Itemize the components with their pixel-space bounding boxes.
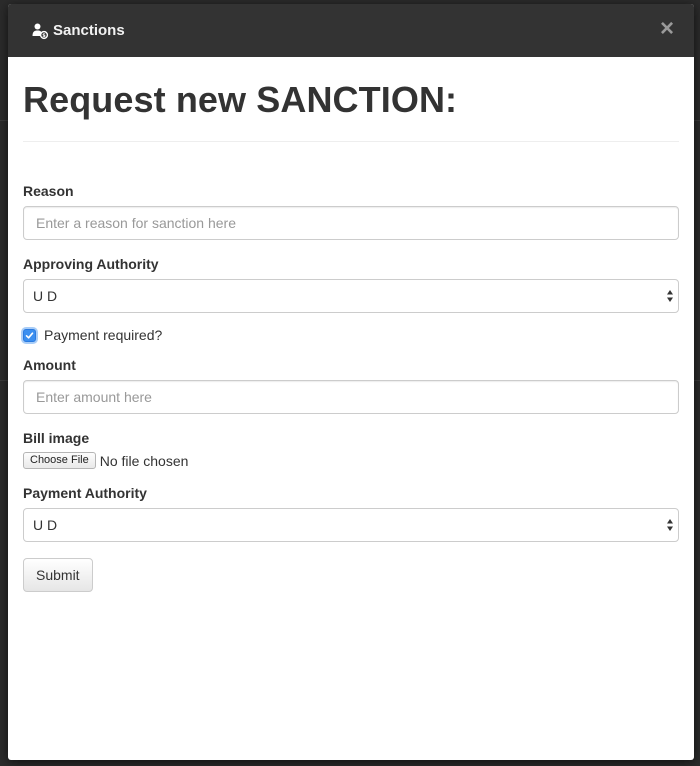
modal-header: $ Sanctions × bbox=[8, 4, 694, 57]
modal-body: Request new SANCTION: Reason Approving A… bbox=[8, 79, 694, 592]
approving-authority-group: Approving Authority U D bbox=[23, 256, 679, 313]
reason-group: Reason bbox=[23, 183, 679, 240]
bill-image-group: Bill image Choose File No file chosen bbox=[23, 430, 679, 469]
payment-required-checkbox[interactable] bbox=[23, 328, 36, 342]
select-arrows-icon bbox=[666, 288, 674, 304]
reason-label: Reason bbox=[23, 183, 74, 199]
checkmark-icon bbox=[25, 331, 34, 339]
payment-required-row: Payment required? bbox=[23, 327, 679, 343]
reason-input[interactable] bbox=[23, 206, 679, 240]
payment-authority-label: Payment Authority bbox=[23, 485, 147, 501]
page-title: Request new SANCTION: bbox=[23, 79, 679, 142]
payment-required-label[interactable]: Payment required? bbox=[44, 327, 162, 343]
file-input: Choose File No file chosen bbox=[23, 452, 679, 469]
sanctions-modal: $ Sanctions × Request new SANCTION: Reas… bbox=[8, 4, 694, 760]
choose-file-button[interactable]: Choose File bbox=[23, 452, 96, 469]
payment-authority-select[interactable]: U D bbox=[23, 508, 679, 542]
close-icon[interactable]: × bbox=[656, 17, 678, 41]
modal-title: Sanctions bbox=[53, 22, 125, 39]
select-arrows-icon bbox=[666, 517, 674, 533]
amount-input[interactable] bbox=[23, 380, 679, 414]
sanction-form: Reason Approving Authority U D bbox=[23, 183, 679, 592]
approving-authority-value[interactable]: U D bbox=[23, 279, 679, 313]
amount-group: Amount bbox=[23, 357, 679, 414]
approving-authority-select[interactable]: U D bbox=[23, 279, 679, 313]
submit-button[interactable]: Submit bbox=[23, 558, 93, 592]
payment-authority-group: Payment Authority U D bbox=[23, 485, 679, 542]
amount-label: Amount bbox=[23, 357, 76, 373]
user-money-icon: $ bbox=[31, 22, 49, 40]
file-status: No file chosen bbox=[99, 452, 189, 469]
svg-text:$: $ bbox=[42, 33, 46, 39]
payment-authority-value[interactable]: U D bbox=[23, 508, 679, 542]
bill-image-label: Bill image bbox=[23, 430, 90, 446]
approving-authority-label: Approving Authority bbox=[23, 256, 159, 272]
